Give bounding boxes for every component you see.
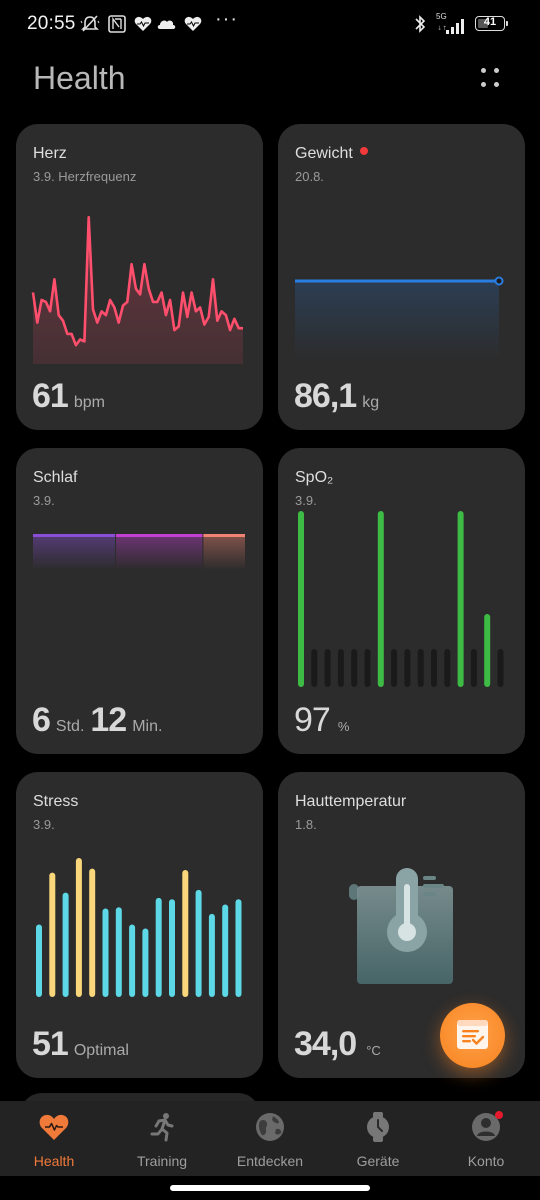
spo2-unit: % (337, 719, 350, 734)
heart-health-icon (184, 14, 202, 34)
globe-icon (256, 1113, 284, 1141)
skin-temp-card-subtitle: 1.8. (295, 817, 317, 832)
weight-unit: kg (362, 394, 380, 411)
sleep-segment-area (116, 534, 203, 570)
running-icon (150, 1113, 174, 1142)
nav-training-label: Training (136, 1153, 188, 1169)
nav-discover-label: Entdecken (236, 1153, 304, 1169)
heart-pulse-icon (39, 1114, 69, 1140)
status-bar: 20:55 ··· 5G ↓↑ 41 (0, 0, 540, 48)
nav-discover[interactable]: Entdecken (216, 1101, 324, 1176)
nav-health[interactable]: Health (0, 1101, 108, 1176)
heart-rate-value: 61 (32, 377, 69, 415)
stress-card[interactable]: Stress 3.9. 51 Optimal (16, 772, 263, 1078)
status-time: 20:55 (27, 13, 76, 34)
home-indicator[interactable] (170, 1185, 370, 1191)
stress-label: Optimal (73, 1042, 129, 1059)
sleep-hours-unit: Std. (55, 718, 85, 735)
sleep-hours: 6 (32, 701, 51, 739)
skin-temp-card-title: Hauttemperatur (295, 793, 407, 810)
weight-area (295, 281, 499, 361)
sleep-segment-bar (116, 534, 203, 537)
svg-text:↓↑: ↓↑ (437, 25, 447, 32)
skin-temp-card-value: 34,0 °C (294, 1025, 381, 1064)
grid-dots-icon[interactable] (475, 64, 505, 94)
sleep-segment-bar (33, 534, 116, 537)
weight-point (494, 276, 504, 286)
sleep-card-value: 6 Std. 12 Min. (32, 701, 168, 740)
sleep-minutes: 12 (90, 701, 127, 739)
battery-indicator: 41 (475, 16, 505, 31)
sleep-segment-bar (203, 534, 245, 537)
heart-card-value: 61 bpm (32, 377, 111, 416)
heart-card[interactable]: Herz 3.9. Herzfrequenz 61 bpm (16, 124, 263, 430)
nav-account-label: Konto (467, 1153, 505, 1169)
health-checklist-button[interactable] (440, 1003, 505, 1068)
weight-card[interactable]: Gewicht 20.8. 86,1 kg (278, 124, 525, 430)
skin-temp-unit: °C (366, 1043, 381, 1058)
nfc-icon (108, 14, 126, 34)
sleep-minutes-unit: Min. (132, 718, 163, 735)
health-checklist-icon (457, 1020, 488, 1049)
bluetooth-icon (414, 14, 426, 34)
nav-training[interactable]: Training (108, 1101, 216, 1176)
mute-icon (80, 14, 100, 34)
stress-value: 51 (32, 1025, 69, 1063)
battery-tip (506, 21, 508, 26)
heart-rate-unit: bpm (73, 394, 105, 411)
bottom-nav: Health Training Entdecken Geräte Konto (0, 1101, 540, 1176)
spo2-card[interactable]: SpO₂ 3.9. 97 % (278, 448, 525, 754)
page-title: Health (33, 60, 126, 96)
signal-icon: ↓↑ (437, 16, 467, 36)
account-notification-dot (495, 1111, 503, 1119)
thermometer-icon (349, 868, 453, 984)
nav-devices[interactable]: Geräte (324, 1101, 432, 1176)
spo2-card-value: 97 % (294, 701, 349, 740)
heart-health-icon (134, 14, 152, 34)
sleep-segment-area (33, 534, 116, 570)
weight-value: 86,1 (294, 377, 357, 415)
weight-card-value: 86,1 kg (294, 377, 385, 416)
nav-account[interactable]: Konto (432, 1101, 540, 1176)
cloud-icon (157, 14, 177, 34)
nav-health-label: Health (33, 1153, 75, 1169)
spo2-value: 97 (294, 701, 331, 739)
stress-card-value: 51 Optimal (32, 1025, 135, 1064)
nav-devices-label: Geräte (356, 1153, 400, 1169)
battery-percent: 41 (483, 16, 497, 28)
sleep-segment-area (203, 534, 245, 570)
more-notifications-icon: ··· (215, 8, 238, 30)
sleep-card[interactable]: Schlaf 3.9. 6 Std. 12 Min. (16, 448, 263, 754)
watch-icon (367, 1112, 389, 1142)
skin-temp-value: 34,0 (294, 1025, 357, 1063)
